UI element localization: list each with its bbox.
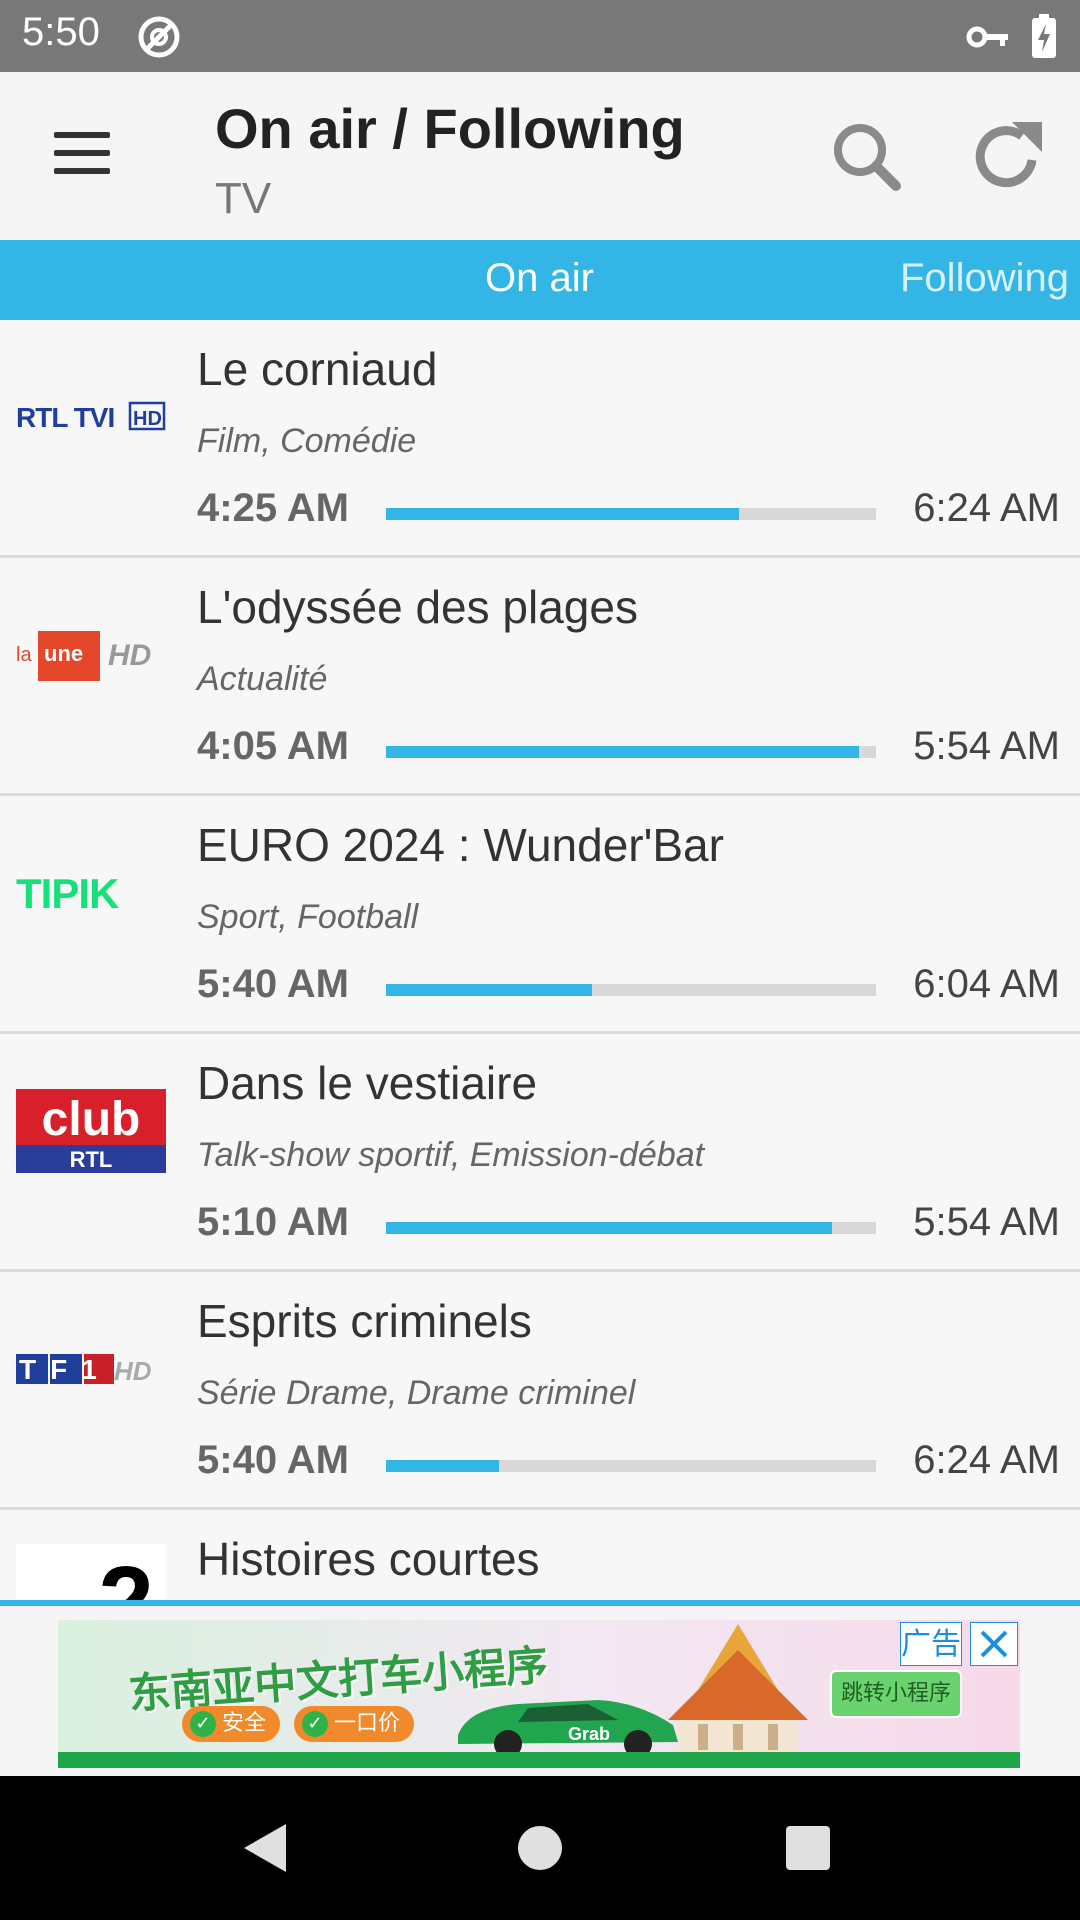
ad-bottom-strip <box>58 1752 1020 1768</box>
navigation-bar <box>0 1776 1080 1920</box>
svg-text:une: une <box>44 641 83 666</box>
program-row[interactable]: TIPIK EURO 2024 : Wunder'Bar Sport, Foot… <box>0 796 1080 1034</box>
channel-logo-tf1: TF1 HD <box>16 1327 166 1411</box>
close-icon[interactable] <box>970 1622 1018 1666</box>
program-genre: Actualité <box>197 660 328 698</box>
svg-text:TIPIK: TIPIK <box>16 870 119 917</box>
program-row[interactable]: TF1 HD Esprits criminels Série Drame, Dr… <box>0 1272 1080 1510</box>
ad-banner[interactable]: 东南亚中文打车小程序 ✓ 安全 ✓ 一口价 Grab 跳转小程序 <box>58 1620 1020 1768</box>
progress-bar <box>386 746 876 758</box>
program-start-time: 5:40 AM <box>197 1438 349 1482</box>
channel-logo-france-2: 2 <box>16 1544 166 1606</box>
svg-text:la: la <box>16 644 32 666</box>
program-genre: Film, Comédie <box>197 422 417 460</box>
channel-logo-tipik: TIPIK <box>16 851 166 935</box>
channel-logo-la-une: la une HD <box>16 613 166 697</box>
program-end-time: 6:24 AM <box>913 486 1060 530</box>
svg-text:RTL: RTL <box>70 1147 113 1172</box>
program-row[interactable]: 2 Histoires courtes <box>0 1510 1080 1606</box>
program-genre: Sport, Football <box>197 898 419 936</box>
svg-text:2: 2 <box>98 1546 154 1606</box>
recents-icon[interactable] <box>776 1816 840 1880</box>
battery-charging-icon <box>1030 14 1058 62</box>
page-subtitle: TV <box>215 174 272 223</box>
progress-bar <box>386 508 876 520</box>
program-title: Esprits criminels <box>197 1295 532 1347</box>
program-start-time: 4:25 AM <box>197 486 349 530</box>
program-end-time: 6:24 AM <box>913 1438 1060 1482</box>
program-end-time: 6:04 AM <box>913 962 1060 1006</box>
search-icon[interactable] <box>820 110 916 206</box>
ad-badge: ✓ 安全 <box>182 1706 281 1742</box>
program-end-time: 5:54 AM <box>913 724 1060 768</box>
program-title: Le corniaud <box>197 343 438 395</box>
svg-text:TF1: TF1 <box>19 1354 111 1385</box>
svg-text:club: club <box>42 1093 141 1146</box>
channel-logo-rtl-tvi: RTL TVI HD <box>16 375 166 459</box>
tab-on-air[interactable]: On air <box>485 256 594 301</box>
progress-bar <box>386 984 876 996</box>
progress-fill <box>386 1460 499 1472</box>
svg-text:HD: HD <box>114 1356 152 1386</box>
program-title: Dans le vestiaire <box>197 1057 538 1109</box>
ad-badge: ✓ 一口价 <box>294 1706 415 1742</box>
ad-area: 东南亚中文打车小程序 ✓ 安全 ✓ 一口价 Grab 跳转小程序 广告 <box>0 1606 1080 1776</box>
back-icon[interactable] <box>234 1816 298 1880</box>
status-bar: 5:50 <box>0 0 1080 72</box>
tab-bar: On air Following <box>0 240 1080 320</box>
program-title: L'odyssée des plages <box>197 581 638 633</box>
home-icon[interactable] <box>508 1816 572 1880</box>
program-start-time: 4:05 AM <box>197 724 349 768</box>
refresh-icon[interactable] <box>960 110 1056 206</box>
ad-label: 广告 <box>900 1622 962 1666</box>
channel-logo-club-rtl: club RTL <box>16 1089 166 1173</box>
progress-fill <box>386 508 739 520</box>
app-bar: On air / Following TV <box>0 72 1080 240</box>
program-end-time: 5:54 AM <box>913 1200 1060 1244</box>
menu-icon[interactable] <box>40 124 124 184</box>
tab-following[interactable]: Following <box>900 256 1069 301</box>
program-title: Histoires courtes <box>197 1533 540 1585</box>
program-row[interactable]: RTL TVI HD Le corniaud Film, Comédie 4:2… <box>0 320 1080 558</box>
program-list: RTL TVI HD Le corniaud Film, Comédie 4:2… <box>0 320 1080 1606</box>
vpn-key-icon <box>966 20 1010 58</box>
program-genre: Série Drame, Drame criminel <box>197 1374 636 1412</box>
temple-image <box>668 1624 808 1752</box>
program-genre: Talk-show sportif, Emission-débat <box>197 1136 705 1174</box>
status-time: 5:50 <box>22 10 100 54</box>
svg-text:Grab: Grab <box>568 1724 610 1744</box>
program-row[interactable]: club RTL Dans le vestiaire Talk-show spo… <box>0 1034 1080 1272</box>
progress-bar <box>386 1222 876 1234</box>
program-start-time: 5:40 AM <box>197 962 349 1006</box>
program-title: EURO 2024 : Wunder'Bar <box>197 819 724 871</box>
svg-text:HD: HD <box>133 408 162 430</box>
progress-fill <box>386 746 859 758</box>
progress-fill <box>386 1222 832 1234</box>
ad-cta-button[interactable]: 跳转小程序 <box>830 1670 962 1718</box>
progress-fill <box>386 984 592 996</box>
svg-text:HD: HD <box>108 639 151 672</box>
svg-text:RTL TVI: RTL TVI <box>16 402 114 433</box>
program-row[interactable]: la une HD L'odyssée des plages Actualité… <box>0 558 1080 796</box>
progress-bar <box>386 1460 876 1472</box>
program-start-time: 5:10 AM <box>197 1200 349 1244</box>
page-title: On air / Following <box>215 97 685 160</box>
do-not-disturb-icon <box>136 14 182 64</box>
